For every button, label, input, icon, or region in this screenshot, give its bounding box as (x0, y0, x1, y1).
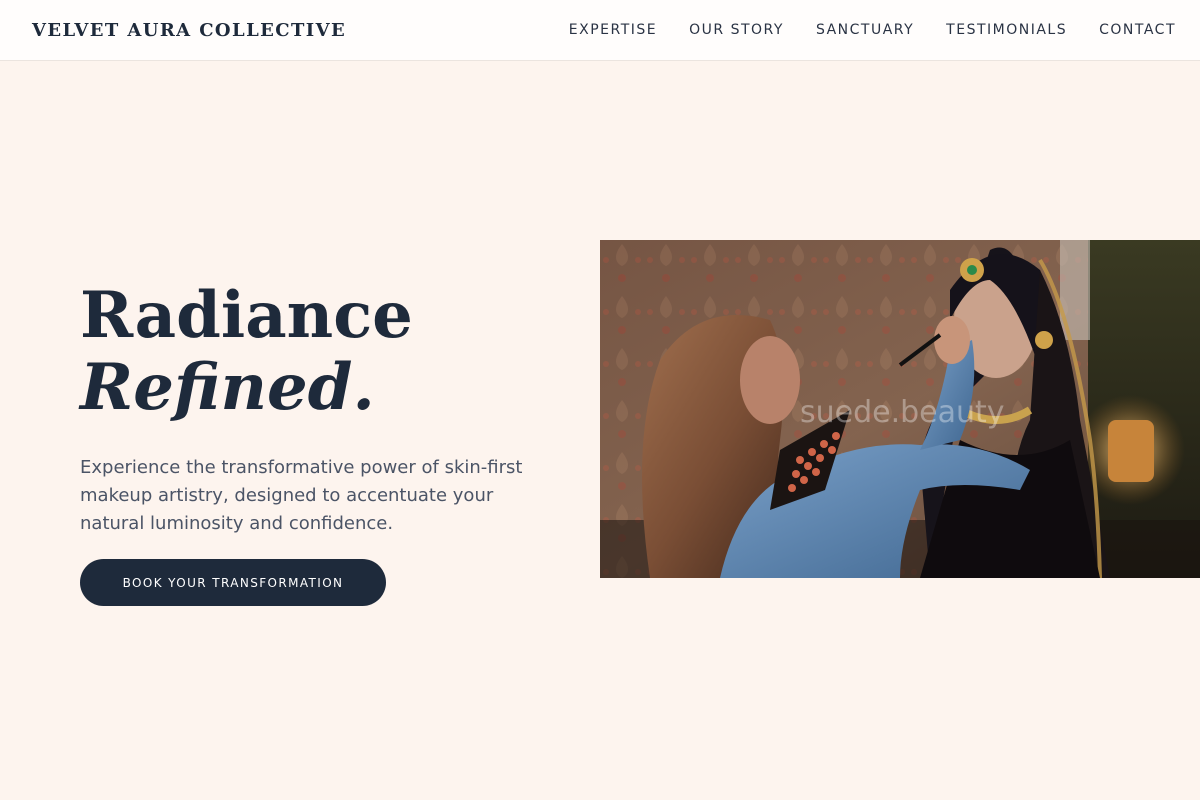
book-transformation-button[interactable]: BOOK YOUR TRANSFORMATION (80, 559, 386, 606)
hero-title-line2: Refined. (80, 350, 375, 425)
brand-logo[interactable]: VELVET AURA COLLECTIVE (32, 20, 346, 41)
image-watermark: suede.beauty (800, 395, 1005, 430)
top-navbar: VELVET AURA COLLECTIVE EXPERTISE OUR STO… (0, 0, 1200, 61)
hero-description: Experience the transformative power of s… (80, 457, 523, 534)
hero-title-line1: Radiance (80, 278, 413, 353)
nav-link-expertise[interactable]: EXPERTISE (569, 22, 657, 38)
nav-link-contact[interactable]: CONTACT (1099, 22, 1176, 38)
hero-image: suede.beauty (600, 240, 1200, 578)
nav-link-our-story[interactable]: OUR STORY (689, 22, 784, 38)
main-nav: EXPERTISE OUR STORY SANCTUARY TESTIMONIA… (569, 22, 1176, 38)
nav-link-testimonials[interactable]: TESTIMONIALS (946, 22, 1067, 38)
nav-link-sanctuary[interactable]: SANCTUARY (816, 22, 914, 38)
hero-title: Radiance Refined. (80, 284, 413, 420)
makeup-artist-photo: suede.beauty (600, 240, 1200, 578)
